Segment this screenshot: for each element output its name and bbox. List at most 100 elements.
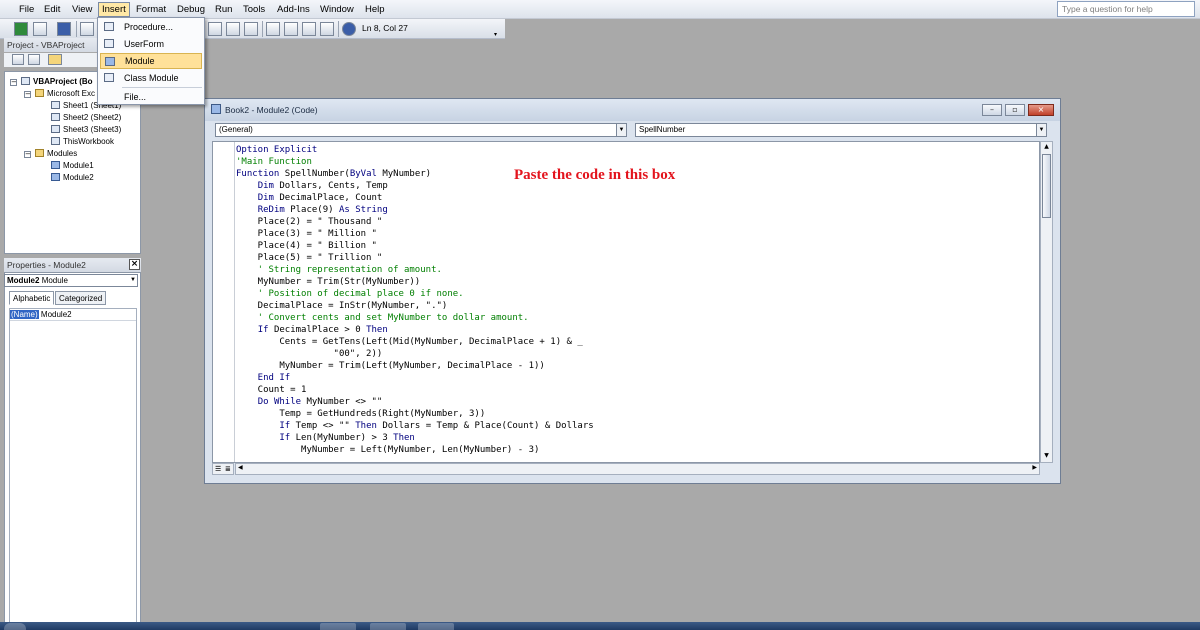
tree-item-modules[interactable]: Modules [35, 148, 77, 160]
view-code-icon[interactable] [12, 54, 24, 65]
procedure-view-icon[interactable]: ☰ [215, 465, 221, 473]
menu-item-class-module[interactable]: Class Module [100, 70, 202, 86]
menu-item-userform[interactable]: UserForm [100, 36, 202, 52]
code-window-titlebar[interactable]: Book2 - Module2 (Code) – ▫ × [205, 99, 1060, 121]
property-row-name[interactable]: (Name) Module2 [10, 309, 136, 321]
save-icon[interactable] [57, 22, 71, 36]
minimize-icon[interactable]: – [982, 104, 1002, 116]
menu-add-ins[interactable]: Add-Ins [274, 2, 313, 17]
collapse-icon[interactable]: − [24, 151, 31, 158]
code-line[interactable]: Option Explicit [236, 144, 594, 156]
horizontal-scrollbar[interactable]: ◀ ▶ [235, 463, 1040, 475]
code-margin-indicator-bar[interactable] [213, 142, 235, 462]
stop-icon[interactable] [226, 22, 240, 36]
collapse-icon[interactable]: − [24, 91, 31, 98]
menu-edit[interactable]: Edit [41, 2, 63, 17]
menu-format[interactable]: Format [133, 2, 169, 17]
menu-item-file[interactable]: File... [100, 89, 202, 105]
code-line[interactable]: MyNumber = Trim(Str(MyNumber)) [236, 276, 594, 288]
code-line[interactable]: Count = 1 [236, 384, 594, 396]
menu-window[interactable]: Window [317, 2, 357, 17]
taskbar-item[interactable] [418, 623, 454, 630]
code-line[interactable]: Temp = GetHundreds(Right(MyNumber, 3)) [236, 408, 594, 420]
tab-categorized[interactable]: Categorized [55, 291, 107, 305]
tree-item-module2[interactable]: Module2 [51, 172, 94, 184]
properties-grid: (Name) Module2 [9, 308, 137, 630]
restore-icon[interactable]: ▫ [1005, 104, 1025, 116]
code-line[interactable]: If Temp <> "" Then Dollars = Temp & Plac… [236, 420, 593, 432]
code-line[interactable]: MyNumber = Trim(Left(MyNumber, DecimalPl… [236, 360, 594, 372]
cursor-position-readout: Ln 8, Col 27 [362, 23, 408, 33]
code-window-title: Book2 - Module2 (Code) [225, 105, 318, 115]
design-mode-icon[interactable] [244, 22, 258, 36]
code-line[interactable]: If DecimalPlace > 0 Then [236, 324, 594, 336]
code-line[interactable]: ' String representation of amount. [236, 264, 594, 276]
vba-project-icon [21, 77, 30, 85]
code-line[interactable]: Cents = GetTens(Left(Mid(MyNumber, Decim… [236, 336, 594, 348]
properties-object-select[interactable]: Module2 Module ▼ [4, 274, 138, 287]
toolbar-options-icon[interactable]: ▾ [494, 31, 497, 38]
code-line[interactable]: Place(4) = " Billion " [236, 240, 594, 252]
menu-help[interactable]: Help [362, 2, 388, 17]
full-module-view-icon[interactable]: ≣ [225, 465, 231, 473]
close-icon[interactable]: × [1028, 104, 1054, 116]
menu-item-module[interactable]: Module [100, 53, 202, 69]
menu-tools[interactable]: Tools [240, 2, 268, 17]
scroll-up-icon[interactable]: ▲ [1042, 142, 1051, 152]
scroll-down-icon[interactable]: ▼ [1042, 451, 1051, 461]
code-window: Book2 - Module2 (Code) – ▫ × (General) ▼… [204, 98, 1061, 484]
tab-alphabetic[interactable]: Alphabetic [9, 291, 55, 305]
menu-item-procedure[interactable]: Procedure... [100, 19, 202, 35]
taskbar-item[interactable] [370, 623, 406, 630]
excel-icon[interactable] [14, 22, 28, 36]
taskbar-item[interactable] [320, 623, 356, 630]
toggle-folders-icon[interactable] [48, 54, 62, 65]
code-text[interactable]: Option Explicit 'Main Function Function Sp… [236, 144, 594, 456]
help-icon[interactable] [342, 22, 356, 36]
properties-window-icon[interactable] [284, 22, 298, 36]
cut-icon[interactable] [80, 22, 94, 36]
menu-insert[interactable]: Insert [98, 2, 130, 17]
close-icon[interactable]: × [129, 259, 140, 270]
toolbox-icon[interactable] [320, 22, 334, 36]
menu-debug[interactable]: Debug [174, 2, 208, 17]
code-line[interactable]: MyNumber = Left(MyNumber, Len(MyNumber) … [236, 444, 594, 456]
object-combo[interactable]: (General) ▼ [215, 123, 627, 137]
object-browser-icon[interactable] [302, 22, 316, 36]
scroll-left-icon[interactable]: ◀ [238, 464, 243, 471]
vertical-scrollbar[interactable]: ▲ ▼ [1040, 141, 1053, 463]
tree-item-sheet2[interactable]: Sheet2 (Sheet2) [51, 112, 121, 124]
view-object-icon[interactable] [28, 54, 40, 65]
code-line[interactable]: ' Convert cents and set MyNumber to doll… [236, 312, 594, 324]
menu-view[interactable]: View [69, 2, 95, 17]
code-line[interactable]: "00", 2)) [236, 348, 594, 360]
pause-icon[interactable] [208, 22, 222, 36]
module-icon [51, 161, 60, 169]
menu-file[interactable]: File [16, 2, 37, 17]
code-line[interactable]: Dim DecimalPlace, Count [236, 192, 594, 204]
scroll-right-icon[interactable]: ▶ [1032, 464, 1037, 471]
tree-item-module1[interactable]: Module1 [51, 160, 94, 172]
start-button[interactable] [4, 623, 26, 630]
code-line[interactable]: Place(2) = " Thousand " [236, 216, 594, 228]
project-explorer-icon[interactable] [266, 22, 280, 36]
code-line[interactable]: If Len(MyNumber) > 3 Then [236, 432, 594, 444]
tree-item-sheet3[interactable]: Sheet3 (Sheet3) [51, 124, 121, 136]
procedure-combo[interactable]: SpellNumber ▼ [635, 123, 1047, 137]
code-line[interactable]: ReDim Place(9) As String [236, 204, 594, 216]
code-line[interactable]: Do While MyNumber <> "" [236, 396, 594, 408]
insert-object-icon[interactable] [33, 22, 47, 36]
code-editor[interactable]: Option Explicit 'Main Function Function Sp… [212, 141, 1040, 463]
code-line[interactable]: Place(3) = " Million " [236, 228, 594, 240]
code-line[interactable]: Place(5) = " Trillion " [236, 252, 594, 264]
tree-item-vbaproject[interactable]: VBAProject (Bo [21, 76, 93, 88]
code-line[interactable]: DecimalPlace = InStr(MyNumber, ".") [236, 300, 594, 312]
menu-run[interactable]: Run [212, 2, 235, 17]
help-search-input[interactable]: Type a question for help [1057, 1, 1195, 17]
scrollbar-thumb[interactable] [1042, 154, 1051, 218]
tree-item-excel-objects[interactable]: Microsoft Exc [35, 88, 95, 100]
tree-item-thisworkbook[interactable]: ThisWorkbook [51, 136, 114, 148]
code-line[interactable]: ' Position of decimal place 0 if none. [236, 288, 594, 300]
collapse-icon[interactable]: − [10, 79, 17, 86]
code-line[interactable]: End If [236, 372, 594, 384]
